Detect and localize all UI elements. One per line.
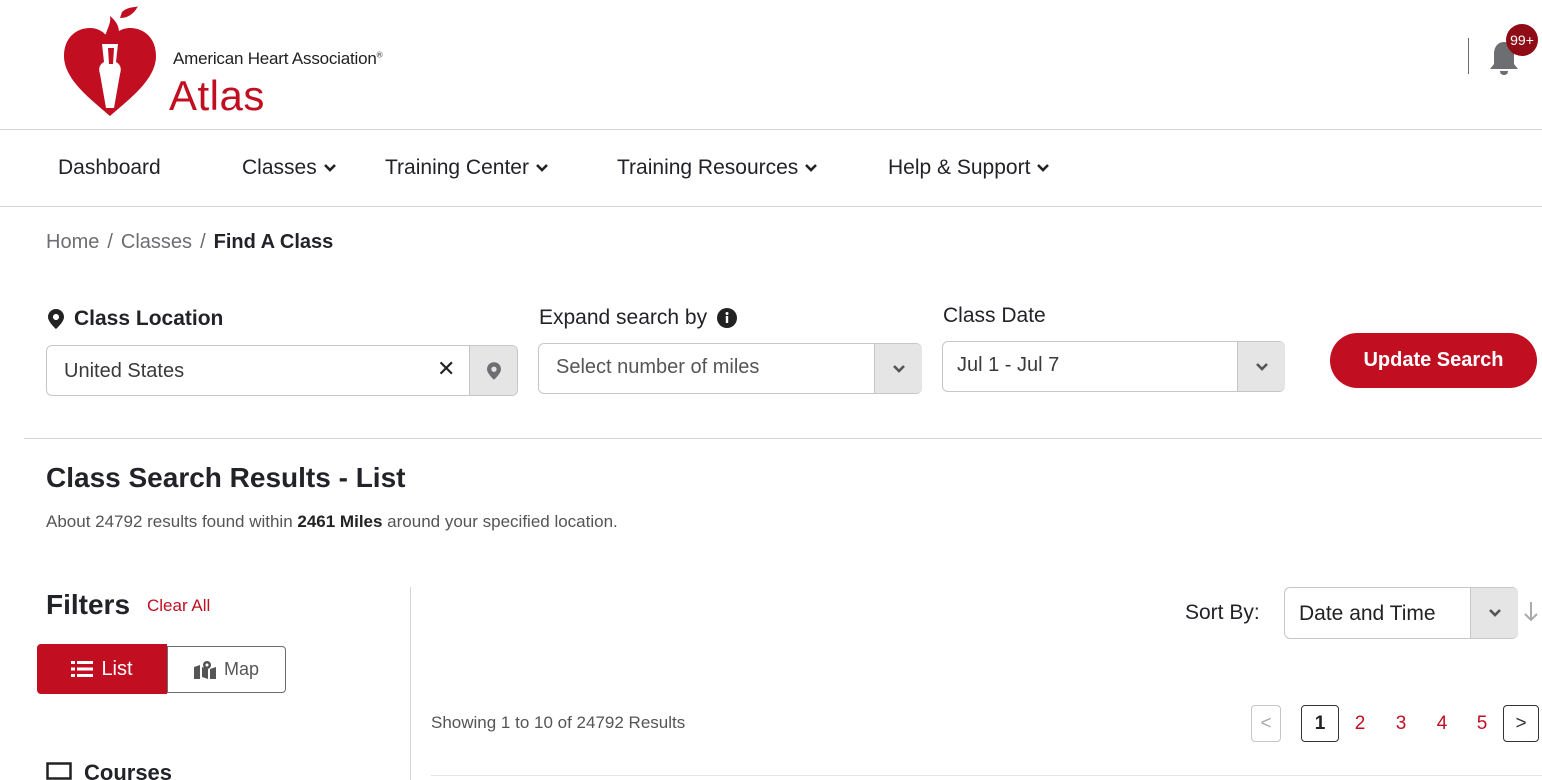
sort-by-label: Sort By: [1185,601,1260,624]
org-name: American Heart Association® [173,49,383,68]
pagination-page-2[interactable]: 2 [1350,705,1370,742]
results-list-top-border [431,775,1542,776]
class-date-label: Class Date [943,304,1046,327]
main-nav: Dashboard Classes Training Center Traini… [0,130,1542,207]
pagination-page-3[interactable]: 3 [1391,705,1411,742]
sort-select[interactable]: Date and Time [1284,587,1518,639]
date-select[interactable]: Jul 1 - Jul 7 [942,341,1285,392]
sort-dropdown-toggle[interactable] [1470,588,1518,638]
map-icon [193,660,216,679]
class-location-label: Class Location [48,307,223,331]
chevron-down-icon [805,164,818,172]
arrow-down-icon[interactable] [1522,600,1540,624]
pagination-page-4[interactable]: 4 [1432,705,1452,742]
pagination-next[interactable]: > [1503,705,1539,742]
list-icon [71,661,94,677]
pagination-prev[interactable]: < [1251,705,1281,742]
filters-divider [410,587,411,780]
chevron-down-icon [536,164,548,172]
miles-dropdown-toggle[interactable] [874,344,922,393]
nav-item-label: Training Center [385,156,529,179]
map-marker-icon [486,361,501,380]
section-divider [24,438,1542,439]
breadcrumb-separator: / [200,231,206,253]
breadcrumb: Home / Classes / Find A Class [46,231,333,254]
nav-item-label: Classes [242,156,317,179]
app-name: Atlas [169,72,265,119]
nav-item-dashboard[interactable]: Dashboard [58,156,161,180]
results-summary: About 24792 results found within 2461 Mi… [46,512,618,531]
miles-select-placeholder: Select number of miles [556,356,760,378]
nav-item-label: Help & Support [888,156,1031,179]
breadcrumb-separator: / [107,231,113,253]
chevron-down-icon [1255,362,1268,371]
breadcrumb-home[interactable]: Home [46,231,99,253]
results-title: Class Search Results - List [46,462,406,493]
nav-item-training-center[interactable]: Training Center [385,156,549,180]
nav-item-label: Dashboard [58,156,161,179]
map-view-toggle[interactable]: Map [167,646,286,693]
pagination-page-1[interactable]: 1 [1301,705,1339,742]
chevron-down-icon [1037,164,1050,172]
location-input[interactable]: United States [64,360,184,383]
info-circle-icon[interactable] [717,308,738,328]
close-icon[interactable]: ✕ [437,356,455,382]
list-view-toggle[interactable]: List [37,644,167,694]
courses-filter-heading[interactable]: Courses [46,760,172,780]
chevron-down-icon [323,164,336,172]
chevron-down-icon [892,364,905,373]
breadcrumb-current: Find A Class [213,231,334,253]
breadcrumb-classes[interactable]: Classes [121,231,192,253]
nav-item-help-support[interactable]: Help & Support [888,156,1050,180]
pagination-page-5[interactable]: 5 [1472,705,1492,742]
nav-item-label: Training Resources [617,156,799,179]
filters-title: Filters [46,589,131,620]
miles-select[interactable]: Select number of miles [538,343,922,394]
update-search-button[interactable]: Update Search [1330,333,1537,388]
sort-select-value: Date and Time [1299,602,1436,625]
aha-logo-icon[interactable] [62,4,158,120]
nav-item-classes[interactable]: Classes [242,156,337,180]
chevron-down-icon [1488,609,1501,617]
results-count: Showing 1 to 10 of 24792 Results [431,713,686,732]
notification-badge[interactable]: 99+ [1506,24,1538,56]
date-dropdown-toggle[interactable] [1237,342,1285,391]
use-location-button[interactable] [469,346,517,395]
nav-item-training-resources[interactable]: Training Resources [617,156,818,180]
monitor-icon [46,762,72,780]
date-select-value: Jul 1 - Jul 7 [957,354,1060,376]
location-field[interactable]: United States ✕ [46,345,518,396]
expand-search-label: Expand search by [539,306,738,330]
header-divider [1468,38,1469,74]
site-header: American Heart Association® Atlas 99+ [0,0,1542,130]
map-marker-icon [48,309,64,329]
clear-all-link[interactable]: Clear All [147,596,210,616]
